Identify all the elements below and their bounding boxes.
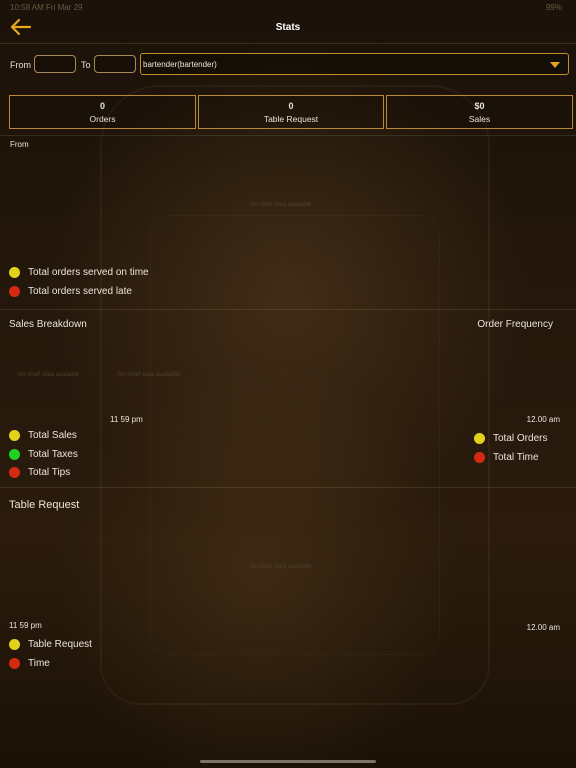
orders-label: Orders bbox=[89, 114, 116, 124]
from-label: From bbox=[10, 60, 31, 70]
to-date-field[interactable] bbox=[94, 55, 136, 73]
red-dot-icon bbox=[474, 452, 485, 463]
stats-screen: 10:58 AM Fri Mar 29 99% Stats From To ba… bbox=[0, 0, 576, 768]
status-time: 10:58 AM Fri Mar 29 bbox=[10, 3, 83, 12]
table-request-title: Table Request bbox=[9, 499, 80, 511]
table-request-stat-card: 0 Table Request bbox=[198, 95, 384, 129]
section-divider bbox=[0, 487, 576, 488]
red-dot-icon bbox=[9, 467, 20, 478]
page-title: Stats bbox=[275, 22, 301, 33]
red-dot-icon bbox=[9, 658, 20, 669]
order-frequency-time-label: 12.00 am bbox=[526, 415, 560, 424]
section-divider bbox=[0, 135, 576, 136]
yellow-dot-icon bbox=[9, 267, 20, 278]
orders-stat-card: 0 Orders bbox=[9, 95, 196, 129]
red-dot-icon bbox=[9, 286, 20, 297]
sales-label: Sales bbox=[468, 114, 491, 124]
user-select-value: bartender(bartender) bbox=[143, 60, 217, 69]
sales-chart-empty-text: No chart data available. bbox=[18, 372, 82, 378]
sales-time-label: 11 59 pm bbox=[110, 415, 143, 424]
yellow-dot-icon bbox=[9, 430, 20, 441]
sales-chart-empty-text-2: No chart data available. bbox=[118, 372, 182, 378]
table-request-chart-empty-text: No chart data available. bbox=[250, 564, 314, 570]
table-request-time-end: 12.00 am bbox=[526, 623, 560, 632]
yellow-dot-icon bbox=[474, 433, 485, 444]
filter-row: From To bartender(bartender) bbox=[0, 52, 576, 76]
user-select-dropdown[interactable]: bartender(bartender) bbox=[140, 53, 569, 75]
table-request-time-start: 11 59 pm bbox=[9, 621, 42, 630]
served-chart-empty-text: No chart data available. bbox=[250, 202, 314, 208]
status-bar: 10:58 AM Fri Mar 29 99% bbox=[0, 0, 576, 14]
yellow-dot-icon bbox=[9, 639, 20, 650]
served-chart-from-label: From bbox=[10, 140, 29, 149]
sales-amount: $0 bbox=[474, 101, 485, 111]
sales-stat-card: $0 Sales bbox=[386, 95, 573, 129]
dropdown-caret-icon bbox=[550, 62, 560, 68]
green-dot-icon bbox=[9, 449, 20, 460]
nav-bar: Stats bbox=[0, 14, 576, 44]
from-date-field[interactable] bbox=[34, 55, 76, 73]
home-indicator[interactable] bbox=[200, 760, 376, 763]
table-request-count: 0 bbox=[288, 101, 294, 111]
table-request-label: Table Request bbox=[263, 114, 319, 124]
section-divider bbox=[0, 309, 576, 310]
nav-divider bbox=[0, 43, 576, 44]
to-label: To bbox=[81, 60, 91, 70]
order-frequency-title: Order Frequency bbox=[477, 319, 553, 330]
orders-count: 0 bbox=[99, 101, 105, 111]
status-battery: 99% bbox=[545, 3, 562, 12]
sales-breakdown-title: Sales Breakdown bbox=[9, 319, 87, 330]
